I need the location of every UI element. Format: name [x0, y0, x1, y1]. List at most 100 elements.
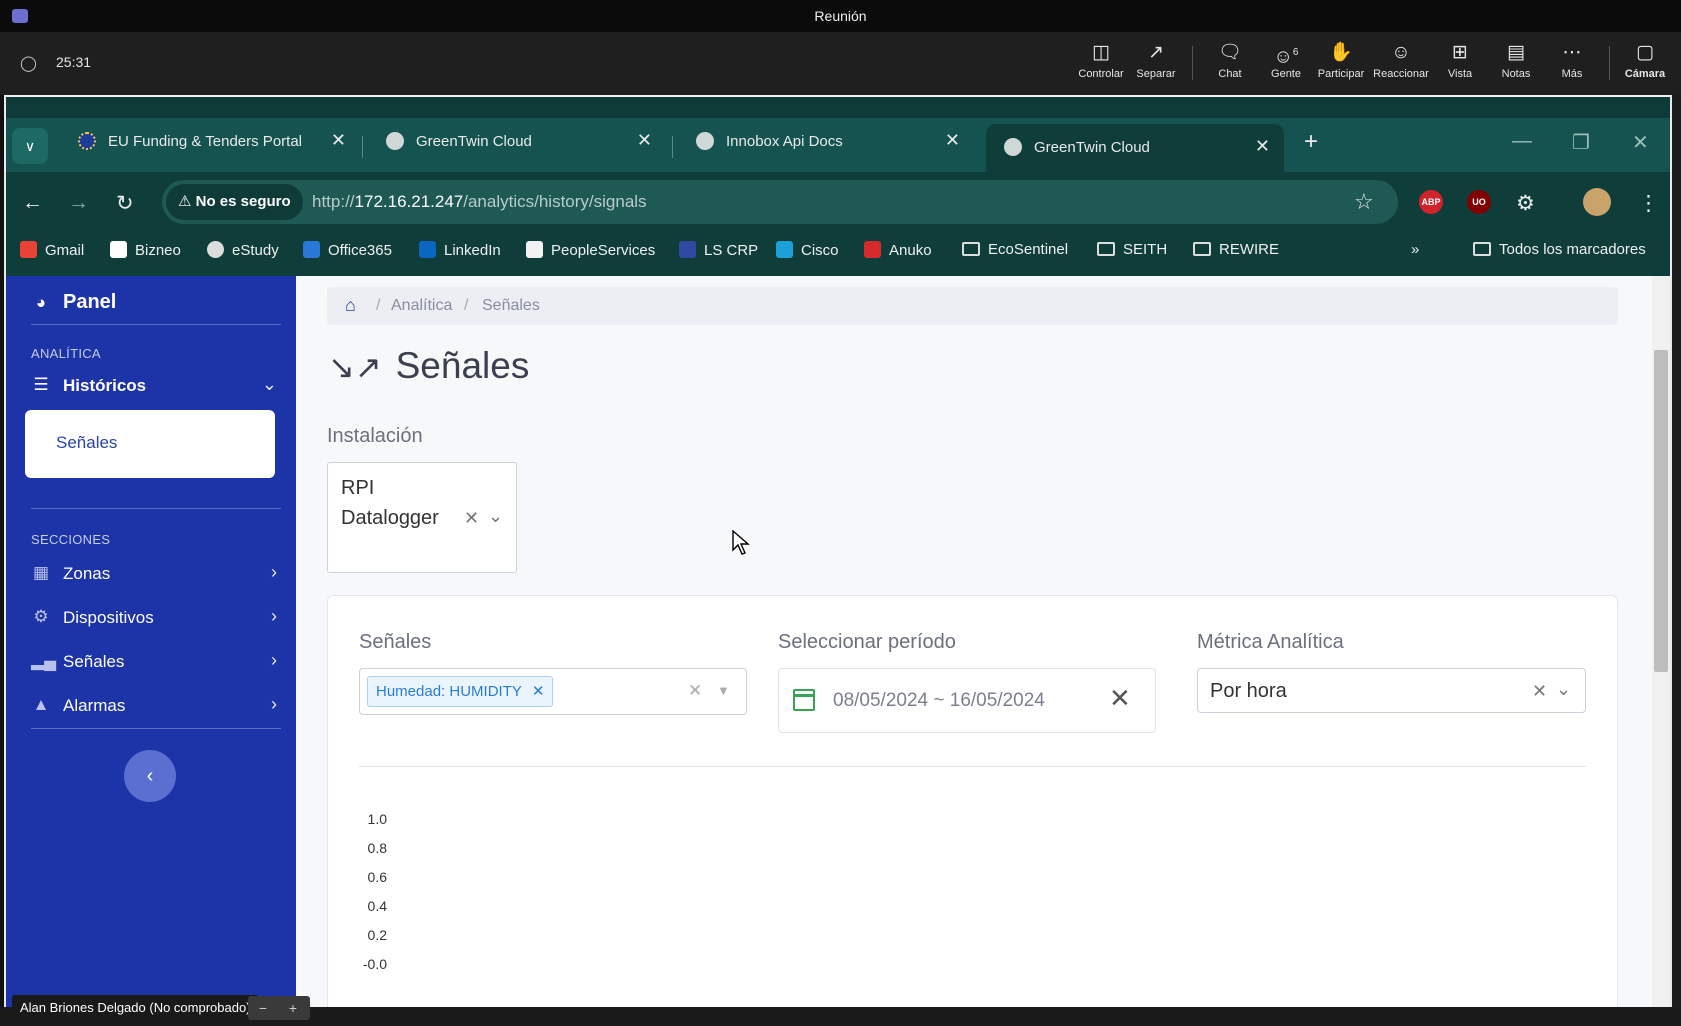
- bookmark-bizneo[interactable]: Bizneo: [110, 241, 181, 259]
- more-icon: ⋯: [1562, 42, 1582, 63]
- control-button[interactable]: ◫ Controlar: [1073, 40, 1129, 90]
- sidebar-item-alarmas[interactable]: ▲ Alarmas ›: [31, 692, 281, 722]
- clear-icon[interactable]: ✕: [1532, 681, 1547, 702]
- zoom-in-icon[interactable]: +: [278, 996, 308, 1020]
- meeting-timer: 25:31: [56, 54, 92, 70]
- globe-icon: [386, 132, 404, 150]
- dashboard-icon: ◕: [35, 293, 47, 312]
- minimize-button[interactable]: —: [1512, 130, 1532, 153]
- all-bookmarks-folder[interactable]: Todos los marcadores: [1473, 241, 1646, 258]
- camera-button[interactable]: ▢ Cámara: [1617, 40, 1673, 90]
- zoom-controls[interactable]: − +: [248, 996, 310, 1020]
- bookmark-estudy[interactable]: eStudy: [207, 241, 279, 259]
- sidebar-item-zonas[interactable]: ▦ Zonas ›: [31, 560, 281, 590]
- tab-greentwin-1[interactable]: GreenTwin Cloud ✕: [368, 118, 666, 166]
- sidebar-item-historicos[interactable]: ☰ Históricos ⌄: [31, 372, 281, 402]
- bookmark-anuko[interactable]: Anuko: [864, 241, 932, 259]
- chat-button[interactable]: 🗨 Chat: [1202, 40, 1258, 90]
- chevron-right-icon: ›: [271, 694, 277, 714]
- chevron-down-icon[interactable]: ⌄: [488, 506, 503, 527]
- forward-icon[interactable]: →: [68, 191, 89, 215]
- card-divider: [359, 766, 1586, 767]
- warning-icon: ▲: [32, 695, 50, 714]
- metric-label: Métrica Analítica: [1197, 631, 1344, 653]
- close-icon[interactable]: ✕: [945, 130, 960, 151]
- view-button[interactable]: ⊞ Vista: [1432, 40, 1488, 90]
- metric-select[interactable]: Por hora ✕ ⌄: [1197, 668, 1586, 713]
- browser-menu-icon[interactable]: ⋮: [1638, 191, 1659, 216]
- back-icon[interactable]: ←: [22, 191, 43, 215]
- sidebar-item-dispositivos[interactable]: ⚙ Dispositivos ›: [31, 604, 281, 634]
- clear-icon[interactable]: ✕: [464, 508, 479, 529]
- sidebar-subitem-senales-active[interactable]: Señales: [25, 410, 275, 478]
- close-icon[interactable]: ✕: [331, 130, 346, 151]
- caret-down-icon[interactable]: ▼: [717, 683, 730, 698]
- raise-hand-button[interactable]: ✋ Participar: [1313, 40, 1369, 90]
- extensions-puzzle-icon[interactable]: ⚙: [1516, 191, 1535, 216]
- chat-icon: 🗨: [1217, 42, 1243, 63]
- scrollbar-thumb[interactable]: [1654, 350, 1668, 672]
- breadcrumb-analytics[interactable]: Analítica: [391, 297, 452, 315]
- bookmark-cisco[interactable]: Cisco: [776, 241, 839, 259]
- installation-select[interactable]: RPI Datalogger ✕ ⌄: [327, 462, 517, 573]
- profile-avatar[interactable]: [1583, 188, 1611, 216]
- popout-button[interactable]: ↗ Separar: [1128, 40, 1184, 90]
- sidebar-collapse-button[interactable]: ‹: [124, 750, 176, 802]
- tab-innobox-docs[interactable]: Innobox Api Docs ✕: [678, 118, 974, 166]
- people-button[interactable]: ☺6 Gente: [1258, 40, 1314, 90]
- window-close-button[interactable]: ✕: [1632, 130, 1649, 155]
- close-icon[interactable]: ✕: [1255, 136, 1270, 157]
- tab-greentwin-active[interactable]: GreenTwin Cloud ✕: [986, 124, 1284, 172]
- date-range-picker[interactable]: 08/05/2024 ~ 16/05/2024 ✕: [778, 668, 1156, 733]
- clear-date-icon[interactable]: ✕: [1109, 683, 1131, 714]
- react-button[interactable]: ☺ Reaccionar: [1373, 40, 1429, 90]
- period-label: Seleccionar período: [778, 631, 956, 653]
- ublock-extension-icon[interactable]: UO: [1467, 190, 1491, 214]
- folder-icon: [1473, 242, 1491, 256]
- clear-icon[interactable]: ✕: [688, 681, 702, 701]
- sidebar-brand-panel[interactable]: ◕ Panel: [31, 290, 281, 320]
- bizneo-icon: [110, 241, 127, 258]
- bookmark-ls-crp[interactable]: LS CRP: [679, 241, 758, 259]
- tab-search-button[interactable]: ∨: [12, 128, 48, 164]
- page-title: ↘↗ Señales: [328, 345, 530, 386]
- calendar-icon: [793, 689, 815, 711]
- section-heading-sections: SECCIONES: [31, 532, 111, 547]
- outlook-icon: [303, 241, 320, 258]
- bookmark-star-icon[interactable]: ☆: [1354, 189, 1374, 215]
- bookmark-gmail[interactable]: Gmail: [20, 241, 84, 259]
- bookmark-linkedin[interactable]: LinkedIn: [419, 241, 501, 259]
- home-icon[interactable]: ⌂: [345, 295, 356, 316]
- folder-icon: [962, 242, 980, 256]
- more-bookmarks-chevron-icon[interactable]: »: [1411, 241, 1419, 258]
- view-icon: ⊞: [1452, 42, 1468, 63]
- url-text[interactable]: http://172.16.21.247/analytics/history/s…: [312, 192, 647, 212]
- bookmark-ecosentinel[interactable]: EcoSentinel: [962, 241, 1068, 258]
- remove-chip-icon[interactable]: ✕: [532, 683, 545, 700]
- eu-flag-icon: [78, 132, 96, 150]
- new-tab-button[interactable]: +: [1304, 128, 1318, 156]
- more-button[interactable]: ⋯ Más: [1544, 40, 1600, 90]
- zoom-out-icon[interactable]: −: [248, 996, 278, 1020]
- chevron-down-icon: ⌄: [261, 374, 277, 394]
- tab-eu-funding[interactable]: EU Funding & Tenders Portal ✕: [60, 118, 360, 166]
- react-icon: ☺: [1391, 42, 1411, 63]
- bookmark-office365[interactable]: Office365: [303, 241, 392, 259]
- gmail-icon: [20, 241, 37, 258]
- folder-icon: [1193, 242, 1211, 256]
- right-edge: [1672, 95, 1681, 1007]
- chevron-down-icon[interactable]: ⌄: [1556, 679, 1571, 700]
- reload-icon[interactable]: ↻: [116, 191, 134, 216]
- bookmark-seith[interactable]: SEITH: [1097, 241, 1167, 258]
- adblock-extension-icon[interactable]: ABP: [1419, 190, 1443, 214]
- sidebar-item-senales[interactable]: ▂▄ Señales ›: [31, 648, 281, 678]
- bookmark-rewire[interactable]: REWIRE: [1193, 241, 1279, 258]
- shield-icon: ◯: [20, 55, 37, 72]
- bookmark-peopleservices[interactable]: PeopleServices: [526, 241, 655, 259]
- folder-icon: [1097, 242, 1115, 256]
- notes-button[interactable]: ▤ Notas: [1488, 40, 1544, 90]
- close-icon[interactable]: ✕: [637, 130, 652, 151]
- security-chip[interactable]: ⚠ No es seguro: [166, 184, 303, 220]
- mouse-cursor-icon: [732, 529, 750, 561]
- restore-button[interactable]: ❐: [1572, 130, 1590, 155]
